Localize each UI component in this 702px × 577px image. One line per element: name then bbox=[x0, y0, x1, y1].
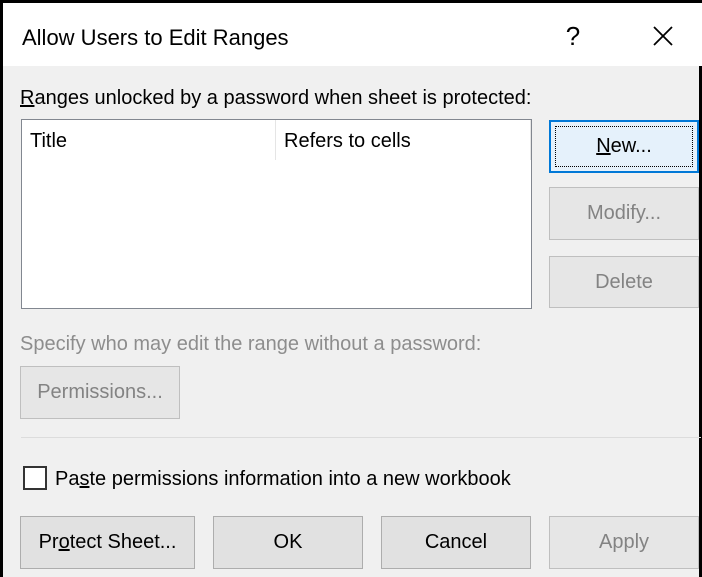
modify-button[interactable]: Modify... bbox=[549, 187, 699, 240]
paste-label-pre: Pa bbox=[55, 468, 80, 490]
ranges-label: Ranges unlocked by a password when sheet… bbox=[20, 86, 531, 110]
delete-button[interactable]: Delete bbox=[549, 256, 699, 308]
paste-label-mnemonic: s bbox=[79, 468, 90, 490]
new-button[interactable]: New... bbox=[549, 120, 699, 173]
close-button[interactable] bbox=[633, 11, 693, 61]
apply-button[interactable]: Apply bbox=[549, 516, 699, 569]
close-icon bbox=[653, 26, 673, 46]
paste-label-post: te permissions information into a new wo… bbox=[89, 468, 511, 490]
protect-label-post: tect Sheet... bbox=[69, 531, 177, 553]
focus-ring bbox=[555, 126, 693, 167]
protect-label-mnemonic: o bbox=[58, 531, 70, 553]
help-button[interactable]: ? bbox=[543, 11, 603, 61]
separator bbox=[21, 437, 701, 438]
ranges-label-mnemonic: R bbox=[20, 87, 35, 109]
protect-sheet-button[interactable]: Protect Sheet... bbox=[20, 516, 195, 569]
column-header-refers-to-cells[interactable]: Refers to cells bbox=[276, 120, 531, 160]
ok-button[interactable]: OK bbox=[213, 516, 363, 569]
dialog-title: Allow Users to Edit Ranges bbox=[22, 25, 289, 50]
specify-label: Specify who may edit the range without a… bbox=[20, 333, 482, 355]
column-header-title[interactable]: Title bbox=[22, 120, 276, 160]
protect-sheet-label: Protect Sheet... bbox=[39, 531, 177, 554]
allow-users-edit-ranges-dialog: Allow Users to Edit Ranges ? Ranges unlo… bbox=[0, 0, 702, 577]
paste-permissions-label[interactable]: Paste permissions information into a new… bbox=[55, 467, 511, 491]
paste-permissions-checkbox[interactable] bbox=[23, 466, 47, 490]
cancel-button[interactable]: Cancel bbox=[381, 516, 531, 569]
ranges-list[interactable]: Title Refers to cells bbox=[21, 119, 532, 309]
title-bar: Allow Users to Edit Ranges ? bbox=[3, 3, 702, 66]
permissions-button[interactable]: Permissions... bbox=[20, 366, 180, 419]
protect-label-pre: Pr bbox=[38, 531, 59, 553]
ranges-label-text: anges unlocked by a password when sheet … bbox=[34, 87, 532, 109]
